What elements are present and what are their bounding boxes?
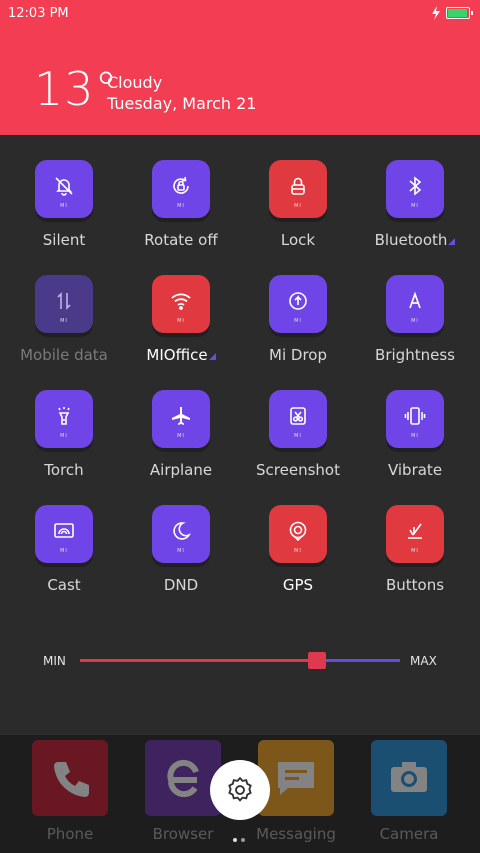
- toggle-screenshot[interactable]: MI Screenshot: [240, 365, 356, 479]
- toggle-bluetooth-button[interactable]: MI: [386, 160, 444, 218]
- battery-icon: [446, 7, 473, 19]
- torch-icon: [58, 407, 70, 425]
- vibrate-icon: [404, 407, 426, 425]
- toggle-rotate-button[interactable]: MI: [152, 160, 210, 218]
- screenshot-icon: [290, 407, 306, 425]
- toggle-vibrate-button[interactable]: MI: [386, 390, 444, 448]
- mi-drop-icon: [289, 292, 307, 310]
- toggle-mobile-data-button[interactable]: MI: [35, 275, 93, 333]
- page-indicator: [233, 827, 249, 846]
- camera-icon: [371, 740, 447, 816]
- dock-app-camera[interactable]: Camera: [354, 735, 464, 845]
- toggle-wifi-label: MIOffice: [123, 346, 239, 364]
- status-time: 12:03 PM: [8, 6, 69, 21]
- cast-icon: [54, 523, 74, 538]
- toggle-airplane[interactable]: MI Airplane: [123, 365, 239, 479]
- toggle-mobile-data-label: Mobile data: [20, 346, 108, 364]
- toggle-cast-label: Cast: [47, 576, 81, 594]
- toggle-rotate-label: Rotate off: [144, 231, 218, 249]
- dock-app-label: Browser: [152, 825, 214, 843]
- weather-condition: Cloudy: [107, 73, 163, 92]
- weather-temperature[interactable]: 13°: [34, 62, 119, 116]
- toggle-dnd-button[interactable]: MI: [152, 505, 210, 563]
- toggle-torch[interactable]: MI Torch: [6, 365, 122, 479]
- toggle-silent[interactable]: MI Silent: [6, 135, 122, 249]
- settings-button[interactable]: [210, 760, 270, 820]
- toggle-dnd[interactable]: MI DND: [123, 480, 239, 594]
- toggle-airplane-label: Airplane: [149, 461, 213, 479]
- expand-indicator-icon: [208, 353, 216, 360]
- toggle-wifi-button[interactable]: MI: [152, 275, 210, 333]
- toggle-silent-label: Silent: [42, 231, 86, 249]
- brightness-handle[interactable]: [307, 652, 326, 669]
- moon-icon: [173, 522, 192, 540]
- weather-date: Tuesday, March 21: [107, 94, 257, 113]
- toggle-gps-label: GPS: [282, 576, 314, 594]
- toggle-wifi[interactable]: MI MIOffice: [123, 250, 239, 364]
- browser-icon: [145, 740, 221, 816]
- toggle-brightness[interactable]: MI Brightness: [357, 250, 473, 364]
- phone-icon: [32, 740, 108, 816]
- gear-icon: [228, 776, 252, 802]
- bluetooth-icon: [409, 176, 422, 196]
- toggle-cast[interactable]: MI Cast: [6, 480, 122, 594]
- toggle-cast-button[interactable]: MI: [35, 505, 93, 563]
- brightness-min-label: MIN: [43, 654, 66, 668]
- rotate-lock-icon: [173, 176, 189, 194]
- toggle-lock[interactable]: MI Lock: [240, 135, 356, 249]
- charging-icon: [432, 6, 440, 20]
- expand-indicator-icon: [448, 238, 456, 245]
- toggle-gps-button[interactable]: MI: [269, 505, 327, 563]
- toggle-mobile-data[interactable]: MI Mobile data: [6, 250, 122, 364]
- toggle-bluetooth[interactable]: MI Bluetooth: [357, 135, 473, 249]
- dock-app-label: Messaging: [256, 825, 336, 843]
- toggle-airplane-button[interactable]: MI: [152, 390, 210, 448]
- gps-icon: [289, 521, 307, 542]
- toggle-dnd-label: DND: [163, 576, 199, 594]
- toggle-buttons-button[interactable]: MI: [386, 505, 444, 563]
- buttons-icon: [408, 523, 422, 539]
- toggle-gps[interactable]: MI GPS: [240, 480, 356, 594]
- toggle-screenshot-label: Screenshot: [256, 461, 340, 479]
- toggle-vibrate-label: Vibrate: [387, 461, 443, 479]
- dock-app-label: Camera: [379, 825, 439, 843]
- toggle-mi-drop[interactable]: MI Mi Drop: [240, 250, 356, 364]
- airplane-icon: [172, 407, 190, 425]
- weather-header: 12:03 PM 13° Cloudy Tuesday, March 21: [0, 0, 480, 135]
- toggle-torch-label: Torch: [44, 461, 84, 479]
- toggle-lock-label: Lock: [280, 231, 316, 249]
- brightness-fill: [80, 659, 317, 662]
- toggle-brightness-label: Brightness: [375, 346, 455, 364]
- toggle-screenshot-button[interactable]: MI: [269, 390, 327, 448]
- toggle-mi-drop-label: Mi Drop: [269, 346, 327, 364]
- toggle-lock-button[interactable]: MI: [269, 160, 327, 218]
- toggle-buttons-label: Buttons: [385, 576, 445, 594]
- messaging-icon: [258, 740, 334, 816]
- quick-settings-panel: MI Silent MI Rotate off MI Lock MI Bluet…: [0, 135, 480, 735]
- toggle-torch-button[interactable]: MI: [35, 390, 93, 448]
- wifi-icon: [171, 293, 191, 310]
- toggle-buttons[interactable]: MI Buttons: [357, 480, 473, 594]
- toggle-bluetooth-label: Bluetooth: [357, 231, 473, 249]
- lock-icon: [291, 177, 305, 195]
- status-bar: 12:03 PM: [0, 0, 480, 28]
- dock-app-label: Phone: [46, 825, 94, 843]
- toggle-silent-button[interactable]: MI: [35, 160, 93, 218]
- toggle-vibrate[interactable]: MI Vibrate: [357, 365, 473, 479]
- toggle-mi-drop-button[interactable]: MI: [269, 275, 327, 333]
- mobile-data-icon: [57, 292, 71, 310]
- toggle-rotate[interactable]: MI Rotate off: [123, 135, 239, 249]
- brightness-slider[interactable]: MIN MAX: [0, 650, 480, 680]
- bell-off-icon: [55, 177, 73, 196]
- toggle-brightness-button[interactable]: MI: [386, 275, 444, 333]
- dock-app-phone[interactable]: Phone: [15, 735, 125, 845]
- brightness-track[interactable]: [80, 652, 400, 669]
- brightness-max-label: MAX: [410, 654, 437, 668]
- brightness-auto-icon: [409, 291, 421, 309]
